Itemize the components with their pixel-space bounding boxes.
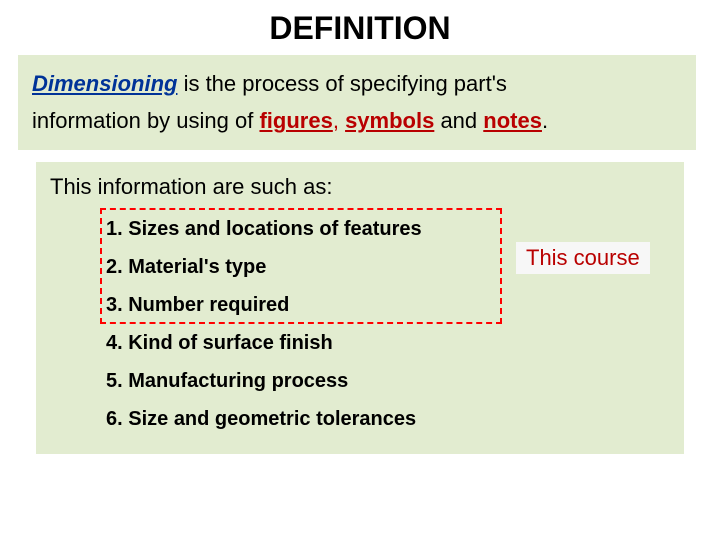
comma: , xyxy=(333,108,345,133)
period: . xyxy=(542,108,548,133)
and-text: and xyxy=(434,108,483,133)
def-text-2: information by using of xyxy=(32,108,259,133)
list-intro: This information are such as: xyxy=(50,174,670,200)
list-item: 4. Kind of surface finish xyxy=(106,324,670,362)
info-list-box: This information are such as: 1. Sizes a… xyxy=(36,162,684,454)
definition-paragraph: Dimensioning is the process of specifyin… xyxy=(32,65,682,140)
term-notes: notes xyxy=(483,108,542,133)
term-dimensioning: Dimensioning xyxy=(32,71,177,96)
def-text-1: is the process of specifying part's xyxy=(177,71,506,96)
course-label: This course xyxy=(516,242,650,274)
list-item: 3. Number required xyxy=(106,286,670,324)
definition-box: Dimensioning is the process of specifyin… xyxy=(18,55,696,150)
term-figures: figures xyxy=(259,108,332,133)
list-item: 5. Manufacturing process xyxy=(106,362,670,400)
term-symbols: symbols xyxy=(345,108,434,133)
page-title: DEFINITION xyxy=(0,0,720,55)
list-item: 6. Size and geometric tolerances xyxy=(106,400,670,438)
